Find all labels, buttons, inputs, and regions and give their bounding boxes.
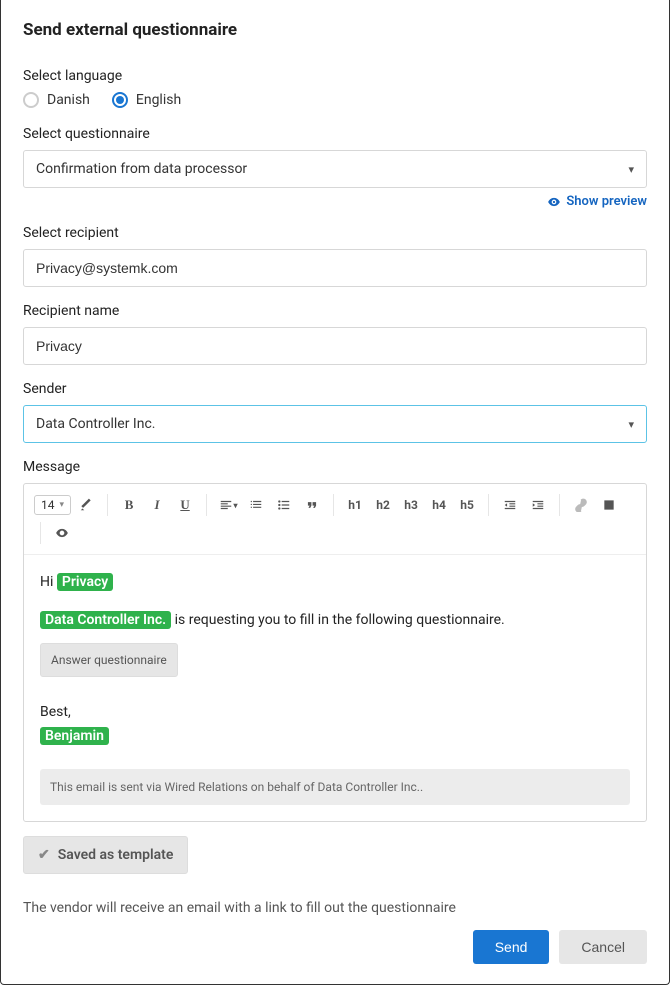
bold-button[interactable]: B	[116, 492, 142, 518]
h4-button[interactable]: h4	[426, 492, 452, 518]
recipient-label: Select recipient	[23, 225, 647, 241]
signoff-text: Best,	[40, 704, 71, 720]
request-text: is requesting you to fill in the followi…	[175, 612, 505, 628]
modal: Send external questionnaire Select langu…	[0, 0, 670, 985]
show-preview-link[interactable]: Show preview	[547, 194, 647, 209]
page-title: Send external questionnaire	[23, 20, 647, 40]
preview-link-label: Show preview	[566, 194, 647, 209]
font-size-select[interactable]: 14	[34, 495, 71, 515]
language-option-english[interactable]: English	[112, 92, 181, 108]
send-button[interactable]: Send	[473, 930, 550, 964]
h5-button[interactable]: h5	[454, 492, 480, 518]
answer-questionnaire-button: Answer questionnaire	[40, 643, 178, 677]
outdent-button[interactable]	[497, 492, 523, 518]
select-value: Data Controller Inc.	[36, 416, 155, 432]
saved-as-template-button[interactable]: ✔ Saved as template	[23, 836, 188, 874]
helper-text: The vendor will receive an email with a …	[23, 900, 647, 916]
select-value: Confirmation from data processor	[36, 161, 247, 177]
language-option-danish[interactable]: Danish	[23, 92, 90, 108]
greeting-text: Hi	[40, 574, 53, 590]
editor-content[interactable]: Hi Privacy Data Controller Inc. is reque…	[24, 555, 646, 821]
sender-label: Sender	[23, 381, 647, 397]
sender-name-tag: Benjamin	[40, 727, 109, 745]
language-label: Select language	[23, 68, 647, 84]
radio-label: English	[136, 92, 181, 108]
preview-button[interactable]	[49, 520, 75, 546]
recipient-name-label: Recipient name	[23, 303, 647, 319]
cancel-button[interactable]: Cancel	[559, 930, 647, 964]
radio-icon	[23, 92, 39, 108]
chevron-down-icon	[628, 161, 634, 177]
italic-button[interactable]: I	[144, 492, 170, 518]
link-button[interactable]	[568, 492, 594, 518]
brush-icon[interactable]	[73, 492, 99, 518]
radio-label: Danish	[47, 92, 90, 108]
indent-button[interactable]	[525, 492, 551, 518]
questionnaire-select[interactable]: Confirmation from data processor	[23, 150, 647, 188]
chevron-down-icon	[628, 416, 634, 432]
editor-toolbar: 14 B I U ▾ h1 h2 h3 h4 h5	[24, 484, 646, 555]
language-radio-group: Danish English	[23, 92, 647, 108]
recipient-input[interactable]	[23, 249, 647, 287]
quote-button[interactable]	[299, 492, 325, 518]
underline-button[interactable]: U	[172, 492, 198, 518]
email-footer-note: This email is sent via Wired Relations o…	[40, 769, 630, 805]
message-label: Message	[23, 459, 647, 475]
questionnaire-label: Select questionnaire	[23, 126, 647, 142]
check-icon: ✔	[38, 847, 50, 863]
recipient-name-input[interactable]	[23, 327, 647, 365]
recipient-tag: Privacy	[57, 573, 113, 591]
h3-button[interactable]: h3	[398, 492, 424, 518]
saved-template-label: Saved as template	[58, 847, 174, 863]
sender-tag: Data Controller Inc.	[40, 611, 171, 629]
sender-select[interactable]: Data Controller Inc.	[23, 405, 647, 443]
unordered-list-button[interactable]	[271, 492, 297, 518]
message-editor: 14 B I U ▾ h1 h2 h3 h4 h5	[23, 483, 647, 822]
eye-icon	[547, 195, 561, 209]
align-button[interactable]: ▾	[215, 492, 241, 518]
ordered-list-button[interactable]	[243, 492, 269, 518]
modal-actions: Send Cancel	[23, 930, 647, 964]
h2-button[interactable]: h2	[370, 492, 396, 518]
radio-icon	[112, 92, 128, 108]
image-button[interactable]	[596, 492, 622, 518]
h1-button[interactable]: h1	[342, 492, 368, 518]
